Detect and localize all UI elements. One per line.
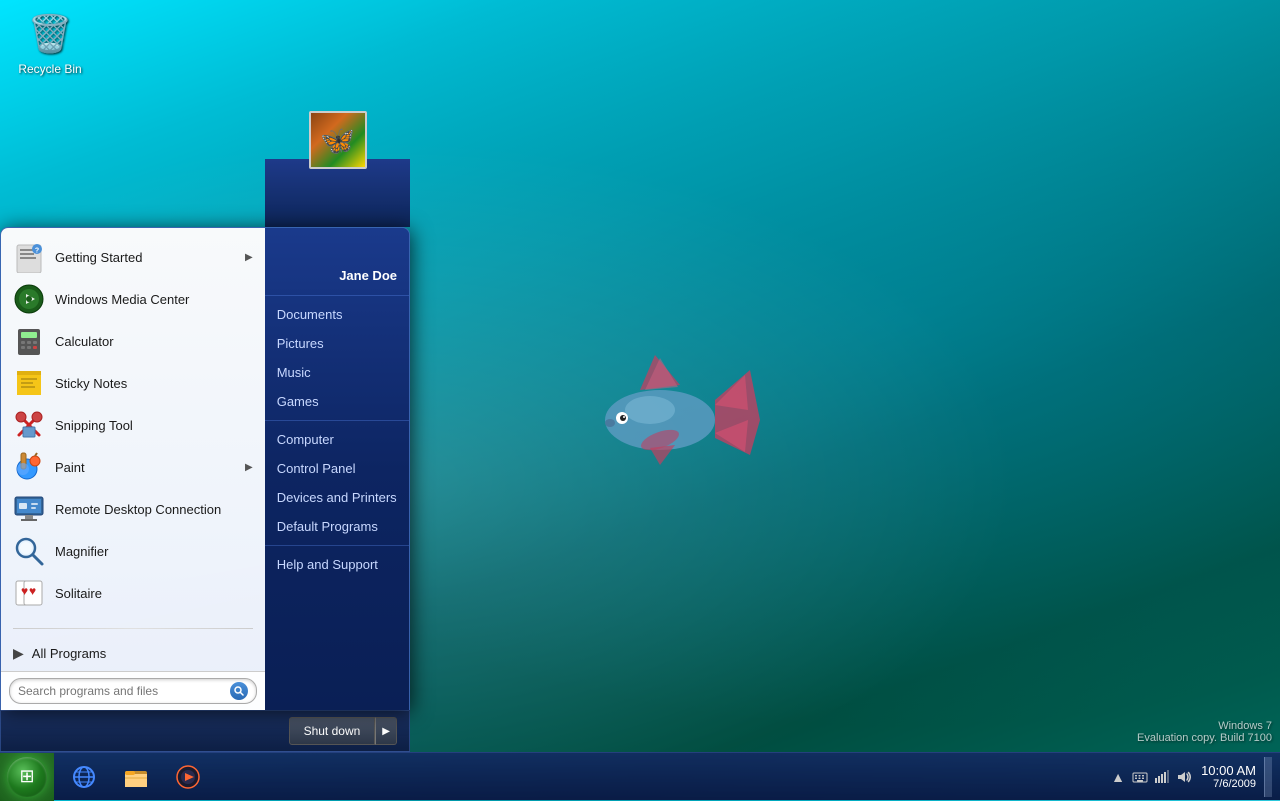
svg-text:♥: ♥ [29, 584, 36, 598]
calculator-icon [13, 325, 45, 357]
right-separator-1 [265, 295, 409, 296]
calculator-label: Calculator [55, 334, 253, 349]
watermark-line2: Evaluation copy. Build 7100 [1137, 732, 1272, 744]
menu-item-paint[interactable]: Paint ▶ [1, 446, 265, 488]
shutdown-button[interactable]: Shut down [289, 717, 376, 745]
right-item-pictures[interactable]: Pictures [265, 329, 409, 358]
desktop: 🗑️ Recycle Bin Windows 7 Evaluation copy… [0, 0, 1280, 800]
solitaire-label: Solitaire [55, 586, 253, 601]
shutdown-options-button[interactable]: ▶ [375, 717, 397, 745]
solitaire-icon: ♥♥ [13, 577, 45, 609]
getting-started-arrow: ▶ [245, 252, 253, 263]
taskbar: ⊞ [0, 752, 1280, 800]
network-icon [1154, 769, 1170, 785]
svg-text:?: ? [35, 248, 39, 255]
search-input-wrapper [9, 678, 257, 704]
search-bar [1, 671, 265, 710]
taskbar-ie[interactable] [58, 757, 110, 797]
volume-icon [1176, 769, 1192, 785]
recycle-bin-image: 🗑️ [26, 10, 74, 58]
start-menu-right-pane: Jane Doe Documents Pictures Music Games … [265, 228, 409, 710]
menu-item-magnifier[interactable]: Magnifier [1, 530, 265, 572]
right-item-devices-printers[interactable]: Devices and Printers [265, 483, 409, 512]
start-menu: 🦋 ? Getting Started ▶ [0, 227, 410, 752]
menu-item-solitaire[interactable]: ♥♥ Solitaire [1, 572, 265, 614]
all-programs-arrow-icon: ▶ [13, 645, 24, 662]
snipping-tool-label: Snipping Tool [55, 418, 253, 433]
watermark-line1: Windows 7 [1137, 720, 1272, 732]
search-icon [234, 686, 244, 696]
menu-item-windows-media-center[interactable]: Windows Media Center [1, 278, 265, 320]
paint-label: Paint [55, 460, 245, 475]
start-menu-bottom: Shut down ▶ [0, 710, 410, 752]
right-item-music[interactable]: Music [265, 358, 409, 387]
remote-desktop-icon [13, 493, 45, 525]
menu-item-remote-desktop[interactable]: Remote Desktop Connection [1, 488, 265, 530]
magnifier-label: Magnifier [55, 544, 253, 559]
paint-icon [13, 451, 45, 483]
show-desktop-button[interactable] [1264, 757, 1272, 797]
right-item-default-programs[interactable]: Default Programs [265, 512, 409, 541]
windows-watermark: Windows 7 Evaluation copy. Build 7100 [1137, 720, 1272, 744]
magnifier-icon [13, 535, 45, 567]
taskbar-items [54, 753, 1101, 800]
right-separator-2 [265, 420, 409, 421]
right-separator-3 [265, 545, 409, 546]
tray-icons: ▲ [1109, 768, 1193, 786]
recycle-bin-label: Recycle Bin [10, 62, 90, 76]
start-button[interactable]: ⊞ [0, 753, 54, 801]
wmc-icon [13, 283, 45, 315]
sticky-notes-icon [13, 367, 45, 399]
getting-started-icon: ? [13, 241, 45, 273]
media-player-icon [174, 763, 202, 791]
recycle-bin-icon[interactable]: 🗑️ Recycle Bin [10, 10, 90, 76]
remote-desktop-label: Remote Desktop Connection [55, 502, 253, 517]
search-button[interactable] [230, 682, 248, 700]
user-avatar[interactable]: 🦋 [309, 111, 367, 169]
search-input[interactable] [18, 684, 230, 698]
right-item-control-panel[interactable]: Control Panel [265, 454, 409, 483]
start-menu-panel: ? Getting Started ▶ Windows Media Center [0, 227, 410, 710]
paint-arrow: ▶ [245, 462, 253, 473]
all-programs-label: All Programs [32, 646, 106, 661]
start-orb: ⊞ [7, 757, 47, 797]
tray-keyboard-icon[interactable] [1131, 768, 1149, 786]
menu-item-getting-started[interactable]: ? Getting Started ▶ [1, 236, 265, 278]
taskbar-media-player[interactable] [162, 757, 214, 797]
right-item-help-support[interactable]: Help and Support [265, 550, 409, 579]
pinned-programs-list: ? Getting Started ▶ Windows Media Center [1, 228, 265, 622]
right-item-games[interactable]: Games [265, 387, 409, 416]
ie-icon [70, 763, 98, 791]
sticky-notes-label: Sticky Notes [55, 376, 253, 391]
getting-started-label: Getting Started [55, 250, 245, 265]
username-display: Jane Doe [265, 268, 409, 291]
menu-item-snipping-tool[interactable]: Snipping Tool [1, 404, 265, 446]
tray-volume-icon[interactable] [1175, 768, 1193, 786]
clock-time: 10:00 AM [1201, 763, 1256, 778]
left-separator [13, 628, 253, 629]
clock-date: 7/6/2009 [1201, 778, 1256, 790]
tray-network-icon[interactable] [1153, 768, 1171, 786]
explorer-icon [122, 763, 150, 791]
right-item-computer[interactable]: Computer [265, 425, 409, 454]
wmc-label: Windows Media Center [55, 292, 253, 307]
menu-item-calculator[interactable]: Calculator [1, 320, 265, 362]
taskbar-explorer[interactable] [110, 757, 162, 797]
shutdown-label: Shut down [304, 724, 361, 738]
snipping-tool-icon [13, 409, 45, 441]
right-item-documents[interactable]: Documents [265, 300, 409, 329]
keyboard-icon [1132, 769, 1148, 785]
tray-show-hidden-icon[interactable]: ▲ [1109, 768, 1127, 786]
shutdown-arrow-icon: ▶ [382, 726, 390, 737]
fish-illustration [560, 290, 760, 510]
menu-item-sticky-notes[interactable]: Sticky Notes [1, 362, 265, 404]
clock[interactable]: 10:00 AM 7/6/2009 [1201, 763, 1256, 790]
svg-text:♥: ♥ [21, 584, 28, 598]
windows-logo: ⊞ [19, 766, 34, 787]
start-menu-left-pane: ? Getting Started ▶ Windows Media Center [1, 228, 265, 710]
system-tray: ▲ [1101, 753, 1280, 800]
all-programs-item[interactable]: ▶ All Programs [1, 635, 265, 671]
